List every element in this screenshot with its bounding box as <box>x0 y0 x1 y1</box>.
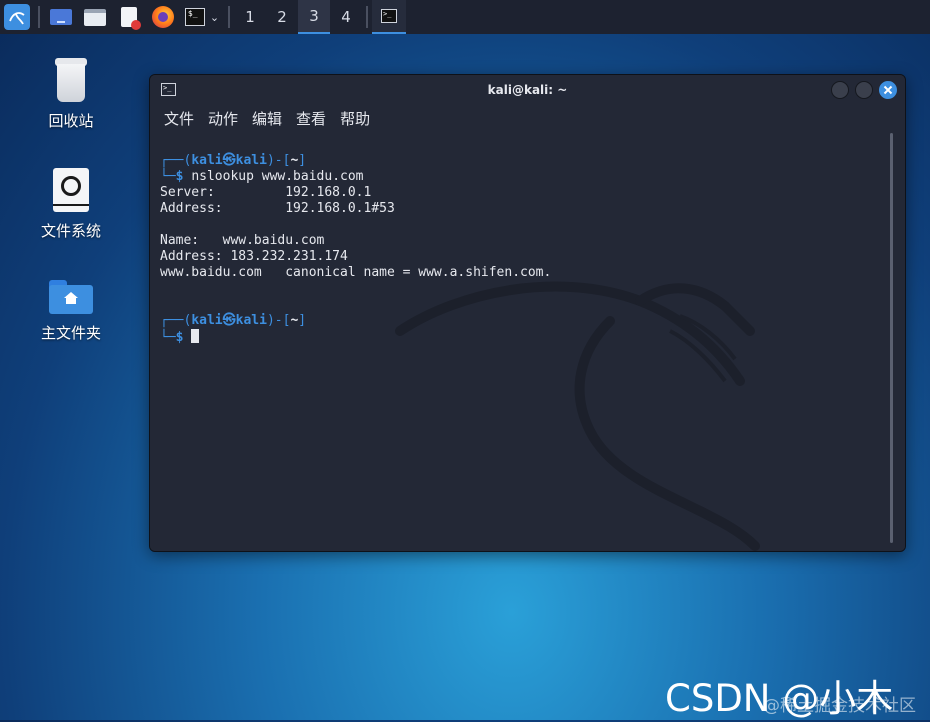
trash-icon <box>53 58 89 102</box>
command-line: └─$ nslookup www.baidu.com <box>160 169 364 184</box>
output-line: Server: 192.168.0.1 <box>160 185 372 200</box>
maximize-button[interactable] <box>855 81 873 99</box>
desktop-icon-home[interactable]: 主文件夹 <box>21 280 121 343</box>
command-text: nslookup www.baidu.com <box>191 169 364 184</box>
prompt-host: kali <box>235 313 267 328</box>
taskbar-separator <box>366 6 368 28</box>
workspace-4-button[interactable]: 4 <box>330 0 362 34</box>
firefox-button[interactable] <box>146 0 180 34</box>
folder-icon <box>84 8 106 26</box>
desktop-icon-label: 主文件夹 <box>40 324 101 342</box>
kali-logo-icon <box>4 4 30 30</box>
close-button[interactable] <box>879 81 897 99</box>
window-titlebar[interactable]: >_ kali@kali: ~ <box>150 75 905 105</box>
workspace-2-button[interactable]: 2 <box>266 0 298 34</box>
prompt-user: kali <box>191 153 223 168</box>
taskbar: $_ ⌄ 1 2 3 4 >_ <box>0 0 930 34</box>
home-folder-icon <box>49 280 93 314</box>
minimize-button[interactable] <box>831 81 849 99</box>
terminal-launcher-button[interactable]: $_ ⌄ <box>180 0 224 34</box>
menubar: 文件 动作 编辑 查看 帮助 <box>150 105 905 131</box>
show-desktop-button[interactable] <box>44 0 78 34</box>
menu-edit[interactable]: 编辑 <box>252 108 282 129</box>
terminal-icon: >_ <box>381 9 397 23</box>
prompt-at-symbol: ㉿ <box>222 153 236 168</box>
workspace-1-button[interactable]: 1 <box>234 0 266 34</box>
text-cursor <box>191 329 200 343</box>
prompt-host: kali <box>235 153 267 168</box>
juejin-watermark: @稀土掘金技术社区 <box>763 696 916 716</box>
prompt-at-symbol: ㉿ <box>222 313 236 328</box>
text-editor-icon <box>121 7 141 30</box>
prompt-user: kali <box>191 313 223 328</box>
taskbar-separator <box>38 6 40 28</box>
menu-file[interactable]: 文件 <box>164 108 194 129</box>
window-title: kali@kali: ~ <box>487 83 568 97</box>
terminal-icon: $_ <box>184 8 205 26</box>
chevron-down-icon[interactable]: ⌄ <box>210 11 219 24</box>
menu-action[interactable]: 动作 <box>208 108 238 129</box>
desktop-icon-label: 回收站 <box>48 112 94 130</box>
menu-view[interactable]: 查看 <box>296 108 326 129</box>
desktop-icon <box>50 9 72 25</box>
desktop-icon-trash[interactable]: 回收站 <box>21 58 121 131</box>
prompt-line-1: ┌──(kali㉿kali)-[~] <box>160 153 307 168</box>
taskbar-separator <box>228 6 230 28</box>
close-icon <box>883 85 893 95</box>
menu-help[interactable]: 帮助 <box>340 108 370 129</box>
kali-dragon-watermark <box>395 281 760 551</box>
workspace-3-button[interactable]: 3 <box>298 0 330 34</box>
desktop-icon-label: 文件系统 <box>40 222 101 240</box>
terminal-window: >_ kali@kali: ~ 文件 动作 编辑 查看 帮助 ┌──(kali㉿… <box>149 74 906 552</box>
text-editor-button[interactable] <box>112 0 146 34</box>
desktop-icon-filesystem[interactable]: 文件系统 <box>21 168 121 241</box>
kali-menu-button[interactable] <box>0 0 34 34</box>
file-manager-button[interactable] <box>78 0 112 34</box>
terminal-scrollbar[interactable] <box>890 133 893 543</box>
firefox-icon <box>152 6 174 28</box>
terminal-output[interactable]: ┌──(kali㉿kali)-[~] └─$ nslookup www.baid… <box>150 151 905 551</box>
terminal-task-button[interactable]: >_ <box>372 0 406 34</box>
drive-icon <box>53 168 89 212</box>
